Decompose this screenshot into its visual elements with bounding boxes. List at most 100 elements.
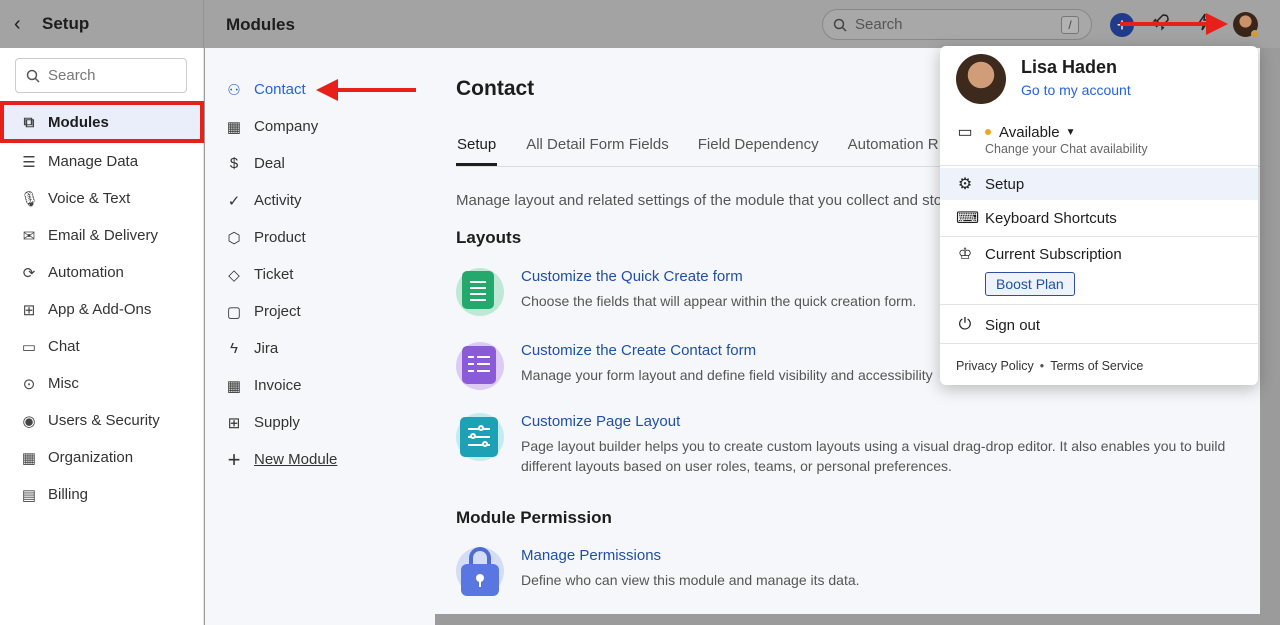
setup-title: Setup: [42, 14, 90, 33]
sidebar-item-email-delivery[interactable]: ✉ Email & Delivery: [0, 217, 204, 254]
module-item-company[interactable]: ▦ Company: [205, 108, 435, 145]
bolt-icon: ϟ: [230, 340, 238, 357]
sidebar-item-apps[interactable]: ⊞ App & Add-Ons: [0, 291, 204, 328]
plan-badge[interactable]: Boost Plan: [985, 272, 1075, 296]
database-icon: ☰: [22, 153, 36, 171]
module-item-label: Activity: [254, 192, 302, 209]
gear-icon: ⚙: [957, 176, 973, 193]
sidebar-item-voice-text[interactable]: 🎙︎ Voice & Text: [0, 180, 204, 217]
sidebar-item-label: Modules: [48, 113, 109, 131]
top-bar: ‹ Setup Modules Search / +: [0, 0, 1280, 48]
menu-item-subscription[interactable]: ♔ Current Subscription: [940, 242, 1258, 266]
tab-automation[interactable]: Automation R: [848, 136, 939, 166]
status-selector[interactable]: ▭ Available ▼: [940, 121, 1258, 143]
module-item-label: Ticket: [254, 266, 294, 283]
card-description: Define who can view this module and mana…: [521, 572, 860, 588]
global-search-input[interactable]: Search /: [822, 9, 1092, 40]
sidebar-item-misc[interactable]: ⊙ Misc: [0, 365, 204, 402]
module-item-invoice[interactable]: ▦ Invoice: [205, 367, 435, 404]
module-item-label: Company: [254, 118, 319, 135]
sidebar-item-label: Manage Data: [48, 153, 139, 170]
sidebar-item-manage-data[interactable]: ☰ Manage Data: [0, 143, 204, 180]
divider: [940, 165, 1258, 166]
profile-avatar: [956, 54, 1006, 104]
keyboard-icon: ⌨: [956, 210, 980, 227]
card-create-contact: Customize the Create Contact form Manage…: [456, 342, 933, 390]
module-item-deal[interactable]: $ Deal: [205, 145, 435, 182]
sidebar-item-label: Chat: [48, 338, 80, 355]
module-item-project[interactable]: ▢ Project: [205, 293, 435, 330]
card-manage-permissions: Manage Permissions Define who can view t…: [456, 547, 860, 596]
status-dot: [985, 129, 991, 135]
profile-name: Lisa Haden: [1021, 57, 1118, 77]
profile-dropdown: Lisa Haden Go to my account ▭ Available …: [940, 46, 1258, 385]
card-title-link[interactable]: Customize the Create Contact form: [521, 342, 933, 359]
chat-icon: ▭: [21, 338, 37, 356]
card-title-link[interactable]: Manage Permissions: [521, 547, 860, 564]
divider: [940, 343, 1258, 344]
sidebar-item-label: Email & Delivery: [48, 227, 159, 244]
menu-item-keyboard-shortcuts[interactable]: ⌨ Keyboard Shortcuts: [940, 202, 1258, 234]
tag-icon: ◇: [228, 266, 240, 284]
card-title-link[interactable]: Customize the Quick Create form: [521, 268, 916, 285]
module-item-label: Contact: [254, 81, 306, 98]
tab-setup[interactable]: Setup: [456, 136, 498, 166]
tab-field-dependency[interactable]: Field Dependency: [698, 136, 819, 166]
go-to-account-link[interactable]: Go to my account: [1021, 82, 1131, 98]
new-module-label: New Module: [254, 451, 338, 468]
search-placeholder: Search: [855, 16, 903, 33]
menu-item-sign-out[interactable]: ⏻ Sign out: [940, 310, 1258, 340]
caret-down-icon: ▼: [1065, 126, 1076, 138]
module-list: ⚇ Contact ▦ Company $ Deal ✓ Activity ⬡ …: [205, 71, 435, 478]
project-icon: ▢: [226, 303, 242, 321]
user-avatar-button[interactable]: [1233, 12, 1259, 38]
tab-all-detail-form-fields[interactable]: All Detail Form Fields: [526, 136, 669, 166]
sidebar-item-label: Voice & Text: [48, 190, 131, 207]
module-item-ticket[interactable]: ◇ Ticket: [205, 256, 435, 293]
invoice-icon: ▦: [226, 377, 242, 395]
menu-item-label: Sign out: [985, 316, 1041, 334]
search-icon: [26, 69, 40, 83]
sidebar-item-automation[interactable]: ⟳ Automation: [0, 254, 204, 291]
setup-header: ‹ Setup: [0, 0, 204, 48]
new-module-link[interactable]: + New Module: [205, 441, 435, 478]
sidebar-search-placeholder: Search: [48, 67, 96, 84]
sidebar-item-chat[interactable]: ▭ Chat: [0, 328, 204, 365]
supply-icon: ⊞: [227, 414, 241, 432]
grid-icon: ⊞: [22, 301, 36, 319]
sidebar-item-organization[interactable]: ▦ Organization: [0, 439, 204, 476]
menu-item-setup[interactable]: ⚙ Setup: [940, 168, 1258, 200]
module-item-product[interactable]: ⬡ Product: [205, 219, 435, 256]
sidebar-item-label: Misc: [48, 375, 79, 392]
sidebar-item-users-security[interactable]: ◉ Users & Security: [0, 402, 204, 439]
card-description: Manage your form layout and define field…: [521, 367, 933, 383]
chat-bubbles-icon: ▭: [957, 124, 973, 141]
module-item-label: Product: [254, 229, 306, 246]
privacy-policy-link[interactable]: Privacy Policy: [956, 359, 1034, 373]
sidebar-item-label: Billing: [48, 486, 89, 503]
card-title-link[interactable]: Customize Page Layout: [521, 413, 1246, 430]
sitemap-icon: ⧉: [23, 113, 35, 131]
automation-icon: ⟳: [22, 264, 36, 282]
terms-link[interactable]: Terms of Service: [1050, 359, 1143, 373]
sidebar-search-input[interactable]: Search: [15, 58, 187, 93]
layouts-heading: Layouts: [456, 228, 522, 247]
sidebar-item-modules[interactable]: ⧉ Modules: [0, 101, 204, 143]
module-item-label: Invoice: [254, 377, 302, 394]
module-item-supply[interactable]: ⊞ Supply: [205, 404, 435, 441]
sidebar-item-billing[interactable]: ▤ Billing: [0, 476, 204, 513]
microphone-icon: 🎙︎: [20, 190, 40, 208]
form-list-icon: [456, 268, 504, 316]
module-item-jira[interactable]: ϟ Jira: [205, 330, 435, 367]
card-description: Choose the fields that will appear withi…: [521, 293, 917, 309]
module-permission-heading: Module Permission: [456, 508, 612, 527]
menu-item-label: Setup: [985, 175, 1025, 193]
divider: [940, 304, 1258, 305]
setup-sidebar: Search ⧉ Modules ☰ Manage Data 🎙︎ Voice …: [0, 48, 204, 625]
module-item-activity[interactable]: ✓ Activity: [205, 182, 435, 219]
chevron-left-icon[interactable]: ‹: [14, 13, 36, 36]
building-icon: ▦: [226, 118, 242, 136]
page-title: Modules: [226, 15, 295, 34]
sidebar-item-label: App & Add-Ons: [48, 301, 152, 318]
menu-item-label: Keyboard Shortcuts: [985, 209, 1117, 227]
